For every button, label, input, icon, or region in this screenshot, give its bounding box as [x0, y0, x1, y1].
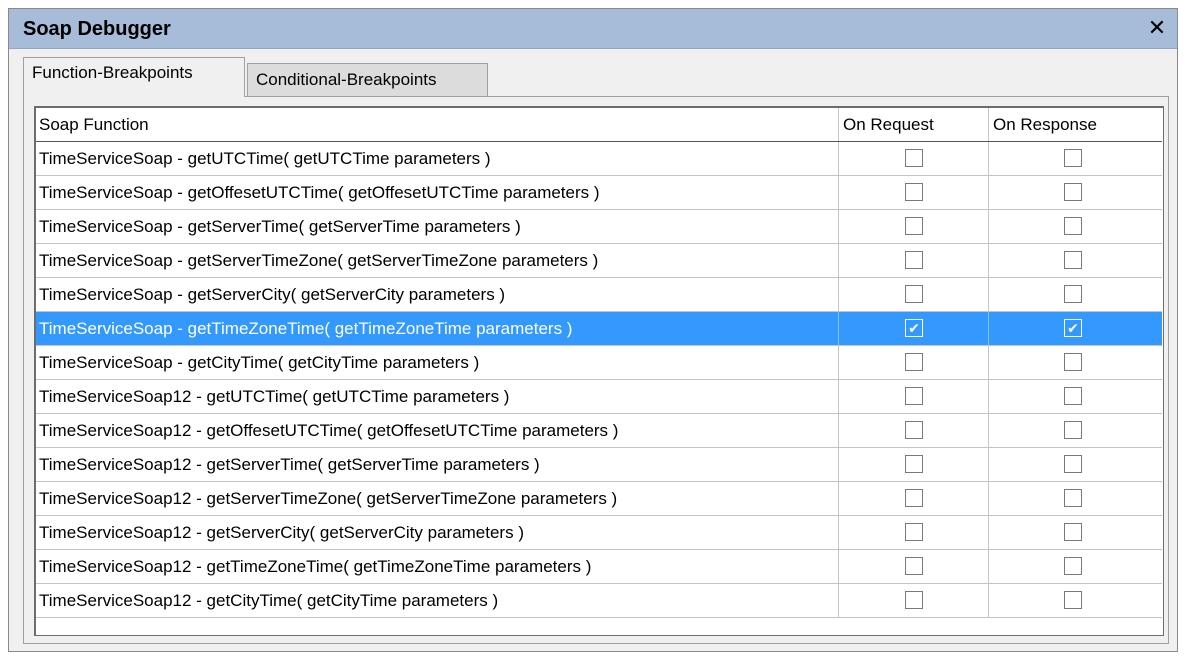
on-response-checkbox[interactable] [1064, 149, 1082, 167]
on-response-checkbox[interactable] [1064, 285, 1082, 303]
table-row[interactable]: TimeServiceSoap12 - getUTCTime( getUTCTi… [36, 380, 1162, 414]
soap-function-cell: TimeServiceSoap - getCityTime( getCityTi… [36, 346, 839, 379]
table-row[interactable]: TimeServiceSoap12 - getServerCity( getSe… [36, 516, 1162, 550]
column-header-soap-function[interactable]: Soap Function [36, 108, 839, 141]
on-request-cell [839, 448, 989, 481]
on-response-cell [989, 516, 1162, 549]
title-bar: Soap Debugger ✕ [9, 9, 1177, 49]
tab-conditional-breakpoints[interactable]: Conditional-Breakpoints [247, 63, 488, 97]
on-response-cell [989, 482, 1162, 515]
soap-function-cell: TimeServiceSoap - getServerTime( getServ… [36, 210, 839, 243]
on-response-cell [989, 210, 1162, 243]
on-response-checkbox[interactable] [1064, 455, 1082, 473]
soap-function-cell: TimeServiceSoap12 - getUTCTime( getUTCTi… [36, 380, 839, 413]
close-icon[interactable]: ✕ [1145, 15, 1169, 41]
checkmark-icon: ✔ [908, 320, 920, 336]
table-row[interactable]: TimeServiceSoap12 - getServerTime( getSe… [36, 448, 1162, 482]
soap-function-cell: TimeServiceSoap - getServerCity( getServ… [36, 278, 839, 311]
on-response-cell [989, 550, 1162, 583]
soap-function-cell: TimeServiceSoap12 - getTimeZoneTime( get… [36, 550, 839, 583]
on-response-cell [989, 142, 1162, 175]
on-request-cell [839, 278, 989, 311]
on-request-checkbox[interactable] [905, 557, 923, 575]
soap-function-cell: TimeServiceSoap12 - getCityTime( getCity… [36, 584, 839, 617]
soap-function-cell: TimeServiceSoap12 - getServerTime( getSe… [36, 448, 839, 481]
on-request-cell [839, 482, 989, 515]
on-request-cell [839, 210, 989, 243]
on-request-checkbox[interactable] [905, 591, 923, 609]
on-response-checkbox[interactable] [1064, 217, 1082, 235]
on-request-checkbox[interactable] [905, 149, 923, 167]
on-request-cell [839, 244, 989, 277]
on-request-cell: ✔ [839, 312, 989, 345]
on-response-cell [989, 278, 1162, 311]
on-response-checkbox[interactable] [1064, 387, 1082, 405]
on-response-checkbox[interactable] [1064, 421, 1082, 439]
on-request-cell [839, 550, 989, 583]
soap-function-cell: TimeServiceSoap - getServerTimeZone( get… [36, 244, 839, 277]
on-request-checkbox[interactable] [905, 523, 923, 541]
on-request-cell [839, 516, 989, 549]
on-request-cell [839, 584, 989, 617]
on-response-cell [989, 346, 1162, 379]
table-row[interactable]: TimeServiceSoap - getCityTime( getCityTi… [36, 346, 1162, 380]
on-response-cell [989, 244, 1162, 277]
table-row[interactable]: TimeServiceSoap - getServerTime( getServ… [36, 210, 1162, 244]
on-request-checkbox[interactable] [905, 387, 923, 405]
on-request-cell [839, 176, 989, 209]
on-response-cell [989, 414, 1162, 447]
on-request-checkbox[interactable] [905, 217, 923, 235]
on-request-cell [839, 380, 989, 413]
on-request-checkbox[interactable] [905, 183, 923, 201]
on-response-cell [989, 584, 1162, 617]
table-row[interactable]: TimeServiceSoap12 - getServerTimeZone( g… [36, 482, 1162, 516]
on-response-cell [989, 448, 1162, 481]
table-row[interactable]: TimeServiceSoap - getServerTimeZone( get… [36, 244, 1162, 278]
on-request-cell [839, 346, 989, 379]
on-request-checkbox[interactable] [905, 251, 923, 269]
on-request-cell [839, 414, 989, 447]
table-row[interactable]: TimeServiceSoap - getServerCity( getServ… [36, 278, 1162, 312]
table-header: Soap Function On Request On Response [36, 108, 1162, 142]
on-request-checkbox[interactable] [905, 489, 923, 507]
on-response-checkbox[interactable] [1064, 353, 1082, 371]
checkmark-icon: ✔ [1067, 320, 1079, 336]
tab-panel-function-breakpoints: Soap Function On Request On Response Tim… [23, 96, 1169, 644]
soap-function-cell: TimeServiceSoap - getOffesetUTCTime( get… [36, 176, 839, 209]
soap-debugger-window: Soap Debugger ✕ Function-Breakpoints Con… [8, 8, 1178, 652]
on-response-checkbox[interactable] [1064, 183, 1082, 201]
soap-function-cell: TimeServiceSoap12 - getServerTimeZone( g… [36, 482, 839, 515]
soap-function-cell: TimeServiceSoap - getTimeZoneTime( getTi… [36, 312, 839, 345]
on-request-checkbox[interactable]: ✔ [905, 319, 923, 337]
on-request-checkbox[interactable] [905, 353, 923, 371]
on-request-checkbox[interactable] [905, 421, 923, 439]
on-response-checkbox[interactable] [1064, 557, 1082, 575]
soap-function-cell: TimeServiceSoap - getUTCTime( getUTCTime… [36, 142, 839, 175]
on-request-checkbox[interactable] [905, 285, 923, 303]
table-row[interactable]: TimeServiceSoap - getTimeZoneTime( getTi… [36, 312, 1162, 346]
soap-function-cell: TimeServiceSoap12 - getOffesetUTCTime( g… [36, 414, 839, 447]
on-response-checkbox[interactable] [1064, 591, 1082, 609]
table-row[interactable]: TimeServiceSoap12 - getOffesetUTCTime( g… [36, 414, 1162, 448]
table-row[interactable]: TimeServiceSoap - getOffesetUTCTime( get… [36, 176, 1162, 210]
on-response-cell [989, 380, 1162, 413]
on-response-checkbox[interactable] [1064, 523, 1082, 541]
soap-function-cell: TimeServiceSoap12 - getServerCity( getSe… [36, 516, 839, 549]
on-response-cell [989, 176, 1162, 209]
on-response-checkbox[interactable] [1064, 251, 1082, 269]
tab-function-breakpoints[interactable]: Function-Breakpoints [23, 57, 245, 97]
window-title: Soap Debugger [23, 18, 171, 40]
table-row[interactable]: TimeServiceSoap - getUTCTime( getUTCTime… [36, 142, 1162, 176]
on-request-cell [839, 142, 989, 175]
breakpoints-table: Soap Function On Request On Response Tim… [34, 106, 1164, 636]
on-response-cell: ✔ [989, 312, 1162, 345]
column-header-on-response[interactable]: On Response [989, 108, 1162, 141]
table-row[interactable]: TimeServiceSoap12 - getTimeZoneTime( get… [36, 550, 1162, 584]
on-request-checkbox[interactable] [905, 455, 923, 473]
column-header-on-request[interactable]: On Request [839, 108, 989, 141]
on-response-checkbox[interactable]: ✔ [1064, 319, 1082, 337]
table-row[interactable]: TimeServiceSoap12 - getCityTime( getCity… [36, 584, 1162, 618]
on-response-checkbox[interactable] [1064, 489, 1082, 507]
